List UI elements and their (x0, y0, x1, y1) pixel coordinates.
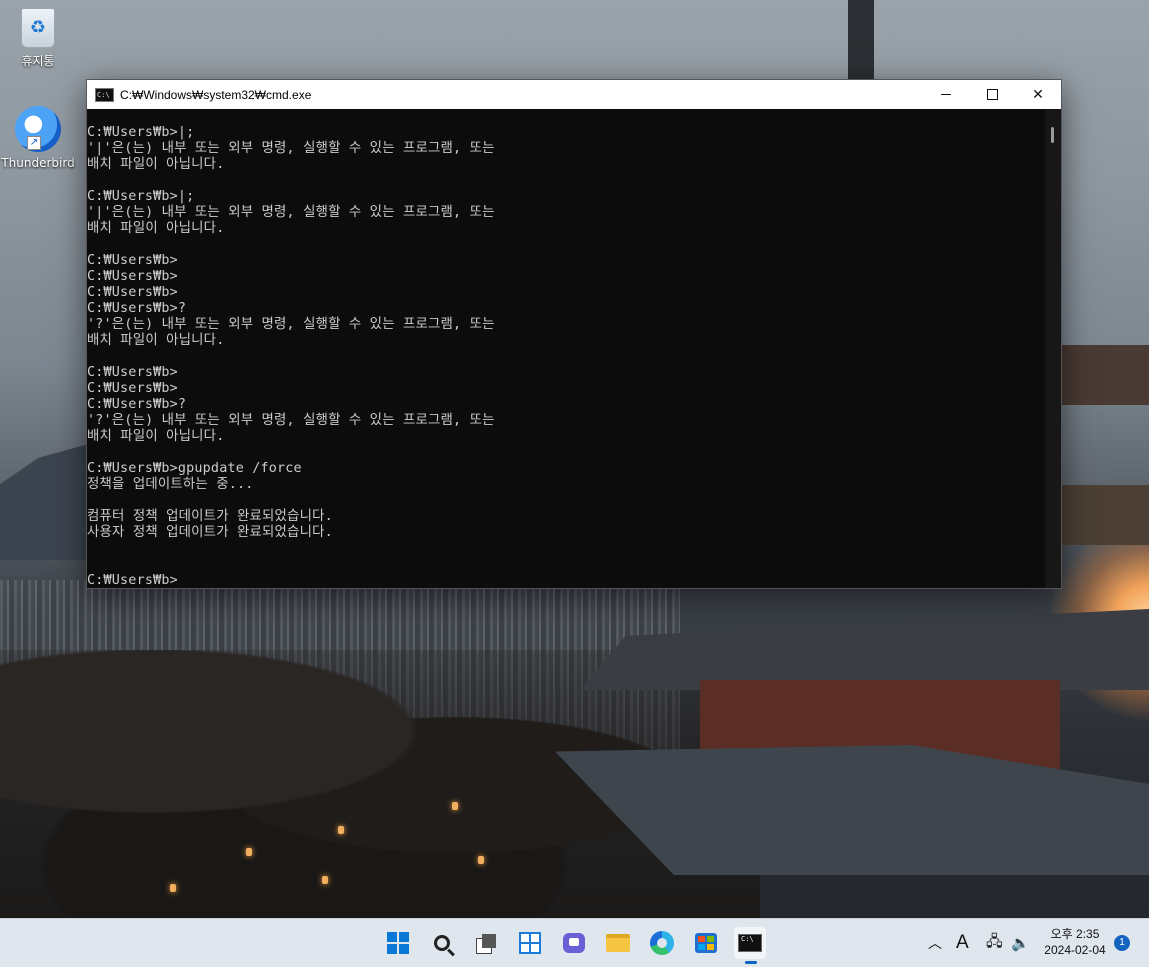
scrollbar-thumb[interactable] (1051, 127, 1054, 143)
cmd-taskbar-button[interactable]: C:\ (734, 927, 766, 959)
taskbar: C:\ ︿ A 🖧 🔈 오후 2:35 2024-02-04 1 (0, 918, 1149, 967)
console-line: 컴퓨터 정책 업데이트가 완료되었습니다. (87, 509, 333, 524)
console-line: C:₩Users₩b>? (87, 397, 187, 412)
cmd-app-icon[interactable]: C:\ (95, 87, 114, 102)
console-line: C:₩Users₩b> (87, 381, 178, 396)
wallpaper-lantern (452, 802, 458, 810)
volume-icon: 🔈 (1011, 934, 1030, 952)
wallpaper-lantern (170, 884, 176, 892)
widgets-icon (519, 932, 541, 954)
cmd-window[interactable]: C:\ C:₩Windows₩system32₩cmd.exe ✕ C:₩Use… (86, 79, 1062, 589)
thunderbird-icon: ↗ (15, 106, 61, 152)
network-icon: 🖧 (986, 931, 1003, 950)
vertical-scrollbar[interactable] (1045, 109, 1061, 588)
console-line: C:₩Users₩b>|; (87, 189, 195, 204)
maximize-button[interactable] (969, 80, 1015, 109)
wallpaper-lantern (246, 848, 252, 856)
minimize-icon (941, 94, 951, 95)
console-line: C:₩Users₩b> (87, 285, 178, 300)
chat-button[interactable] (558, 927, 590, 959)
console-line: '|'은(는) 내부 또는 외부 명령, 실행할 수 있는 프로그램, 또는 (87, 141, 495, 156)
console-line: '?'은(는) 내부 또는 외부 명령, 실행할 수 있는 프로그램, 또는 (87, 317, 495, 332)
shortcut-arrow-icon: ↗ (27, 136, 41, 150)
file-explorer-button[interactable] (602, 927, 634, 959)
search-icon (434, 935, 450, 951)
start-button[interactable] (382, 927, 414, 959)
console-line: 사용자 정책 업데이트가 완료되었습니다. (87, 525, 333, 540)
console-line: '?'은(는) 내부 또는 외부 명령, 실행할 수 있는 프로그램, 또는 (87, 413, 495, 428)
task-view-icon (476, 934, 496, 954)
windows-logo-icon (387, 932, 409, 954)
desktop-icon-thunderbird[interactable]: ↗ Thunderbird (0, 106, 76, 170)
recycle-bin-icon: ♻ (21, 8, 55, 48)
clock-date: 2024-02-04 (1044, 943, 1106, 957)
desktop-icon-label: 휴지통 (21, 54, 55, 68)
show-hidden-icons-button[interactable]: ︿ (928, 919, 942, 967)
maximize-icon (986, 89, 998, 100)
window-titlebar[interactable]: C:\ C:₩Windows₩system32₩cmd.exe ✕ (87, 80, 1061, 109)
console-line: C:₩Users₩b>|; (87, 125, 195, 140)
wallpaper-pagoda-upper-2 (1060, 485, 1149, 545)
console-line: 정책을 업데이트하는 중... (87, 477, 254, 492)
wallpaper-lantern (338, 826, 344, 834)
console-line: C:₩Users₩b> (87, 253, 178, 268)
window-title: C:₩Windows₩system32₩cmd.exe (120, 87, 312, 102)
console-line: C:₩Users₩b>? (87, 301, 187, 316)
console-line: 배치 파일이 아닙니다. (87, 157, 225, 172)
network-button[interactable]: 🖧 (986, 919, 1003, 967)
console-line: '|'은(는) 내부 또는 외부 명령, 실행할 수 있는 프로그램, 또는 (87, 205, 495, 220)
task-view-button[interactable] (470, 927, 502, 959)
minimize-button[interactable] (923, 80, 969, 109)
wallpaper-lantern (478, 856, 484, 864)
desktop-icon-label: Thunderbird (1, 156, 75, 170)
edge-icon (650, 931, 674, 955)
console-line: 배치 파일이 아닙니다. (87, 429, 225, 444)
ime-indicator[interactable]: A (956, 919, 969, 967)
console-line: 배치 파일이 아닙니다. (87, 333, 225, 348)
console-line: C:₩Users₩b> (87, 365, 178, 380)
clock[interactable]: 오후 2:35 2024-02-04 (1040, 926, 1110, 958)
clock-time: 오후 2:35 (1050, 927, 1100, 941)
console-line: 배치 파일이 아닙니다. (87, 221, 225, 236)
wallpaper-lantern (322, 876, 328, 884)
cmd-icon: C:\ (738, 934, 762, 952)
active-app-indicator (745, 961, 757, 964)
widgets-button[interactable] (514, 927, 546, 959)
edge-button[interactable] (646, 927, 678, 959)
desktop-icon-recycle-bin[interactable]: ♻ 휴지통 (0, 8, 76, 69)
volume-button[interactable]: 🔈 (1011, 919, 1030, 967)
store-button[interactable] (690, 927, 722, 959)
console-line: C:₩Users₩b> (87, 573, 178, 588)
wallpaper-pagoda-upper (1060, 345, 1149, 405)
close-button[interactable]: ✕ (1015, 80, 1061, 109)
console-line: C:₩Users₩b> (87, 269, 178, 284)
folder-icon (606, 934, 630, 952)
wallpaper-pagoda-spire (848, 0, 874, 80)
search-button[interactable] (426, 927, 458, 959)
chevron-up-icon: ︿ (928, 936, 942, 952)
notification-badge[interactable]: 1 (1114, 935, 1130, 951)
console-output[interactable]: C:₩Users₩b>|; '|'은(는) 내부 또는 외부 명령, 실행할 수 … (87, 109, 1045, 588)
chat-icon (563, 933, 585, 953)
store-icon (695, 933, 717, 953)
close-icon: ✕ (1032, 86, 1044, 103)
console-line: C:₩Users₩b>gpupdate /force (87, 461, 302, 476)
